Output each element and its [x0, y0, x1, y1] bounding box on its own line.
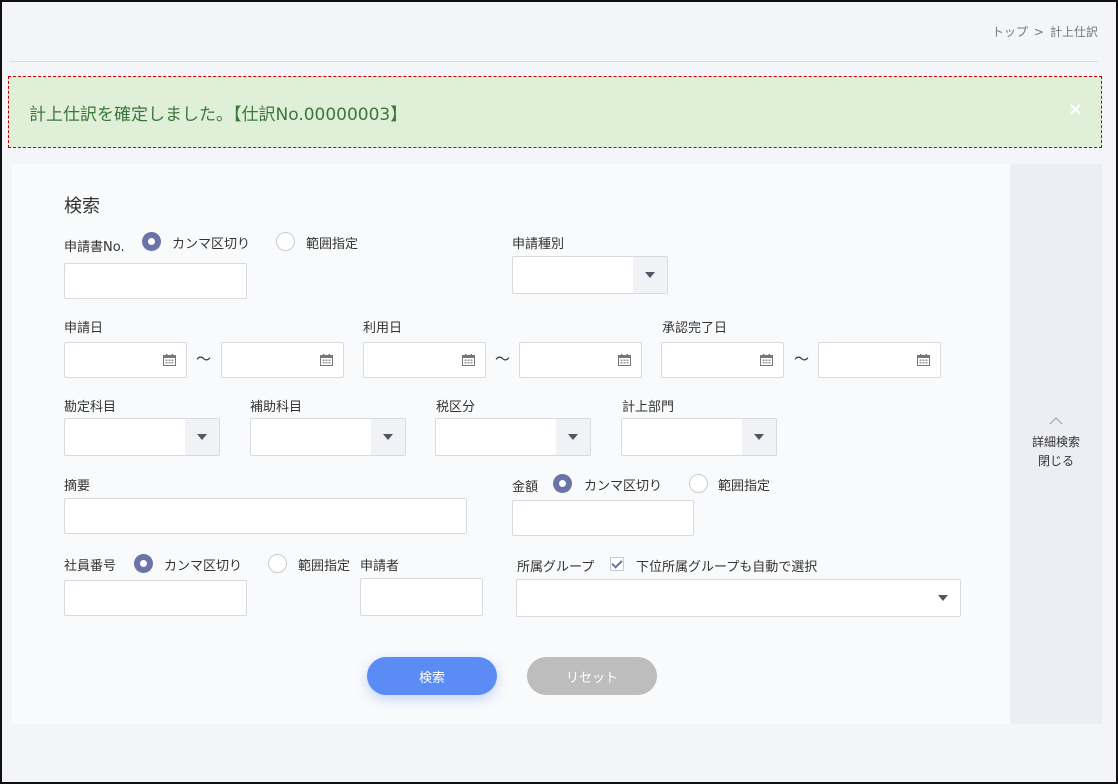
application-date-from-input[interactable]	[64, 342, 187, 378]
employee-no-label: 社員番号	[64, 559, 117, 574]
usage-date-from-input[interactable]	[363, 342, 486, 378]
chevron-down-icon	[754, 434, 764, 440]
range-separator: ～	[196, 350, 212, 368]
header-divider	[10, 61, 1098, 62]
application-type-select[interactable]	[512, 256, 668, 294]
approval-date-from-input[interactable]	[661, 342, 784, 378]
usage-date-to-input[interactable]	[519, 342, 642, 378]
search-title: 検索	[64, 196, 100, 217]
application-no-input[interactable]	[64, 263, 247, 299]
tax-category-label: 税区分	[436, 400, 476, 415]
calendar-icon[interactable]	[618, 354, 631, 366]
sub-account-label: 補助科目	[250, 400, 303, 415]
reset-button[interactable]: リセット	[527, 657, 657, 695]
account-select[interactable]	[64, 418, 220, 456]
application-date-to-input[interactable]	[221, 342, 344, 378]
breadcrumb-current: 計上仕訳	[1049, 25, 1098, 39]
chevron-down-icon	[383, 434, 393, 440]
detail-search-label: 詳細検索	[1031, 435, 1080, 449]
close-label: 閉じる	[1037, 454, 1074, 468]
application-no-label: 申請書No.	[64, 240, 125, 255]
chevron-down-icon	[938, 595, 948, 601]
application-no-comma-radio[interactable]	[142, 232, 161, 251]
amount-label: 金額	[512, 480, 539, 495]
chevron-down-icon	[568, 434, 578, 440]
detail-search-toggle[interactable]: 詳細検索 閉じる	[1010, 164, 1102, 724]
amount-range-radio[interactable]	[689, 474, 708, 493]
employee-no-range-label[interactable]: 範囲指定	[298, 555, 350, 574]
employee-no-comma-radio[interactable]	[134, 554, 153, 573]
employee-no-input[interactable]	[64, 580, 247, 616]
calendar-icon[interactable]	[462, 354, 475, 366]
applicant-label: 申請者	[360, 559, 400, 574]
breadcrumb: トップ > 計上仕訳	[992, 23, 1098, 40]
include-subgroups-checkbox[interactable]	[610, 557, 624, 571]
search-button[interactable]: 検索	[367, 657, 497, 695]
breadcrumb-home[interactable]: トップ	[992, 25, 1028, 39]
department-label: 計上部門	[622, 400, 675, 415]
approval-date-label: 承認完了日	[662, 321, 728, 336]
amount-range-label[interactable]: 範囲指定	[718, 475, 770, 494]
success-alert: 計上仕訳を確定しました。【仕訳No.00000003】 ×	[8, 76, 1102, 148]
tax-category-select[interactable]	[435, 418, 591, 456]
employee-no-range-radio[interactable]	[268, 554, 287, 573]
summary-input[interactable]	[64, 498, 467, 534]
include-subgroups-label[interactable]: 下位所属グループも自動で選択	[636, 556, 817, 575]
department-select[interactable]	[621, 418, 777, 456]
amount-comma-label[interactable]: カンマ区切り	[584, 475, 662, 494]
breadcrumb-separator: >	[1033, 25, 1044, 39]
amount-comma-radio[interactable]	[553, 474, 572, 493]
amount-input[interactable]	[512, 500, 694, 536]
range-separator: ～	[495, 350, 511, 368]
chevron-down-icon	[645, 272, 655, 278]
application-type-label: 申請種別	[512, 237, 565, 252]
approval-date-to-input[interactable]	[818, 342, 941, 378]
group-select[interactable]	[516, 579, 961, 617]
close-icon[interactable]: ×	[1068, 99, 1083, 120]
summary-label: 摘要	[64, 479, 91, 494]
search-panel: 検索 申請書No. カンマ区切り 範囲指定 申請種別 申請日 ～ 利用日 ～ 承…	[12, 164, 1010, 724]
sub-account-select[interactable]	[250, 418, 406, 456]
chevron-down-icon	[197, 434, 207, 440]
application-no-comma-label[interactable]: カンマ区切り	[172, 233, 250, 252]
application-date-label: 申請日	[64, 321, 104, 336]
calendar-icon[interactable]	[760, 354, 773, 366]
alert-message: 計上仕訳を確定しました。【仕訳No.00000003】	[29, 104, 408, 125]
employee-no-comma-label[interactable]: カンマ区切り	[164, 555, 242, 574]
group-label: 所属グループ	[517, 560, 595, 575]
calendar-icon[interactable]	[917, 354, 930, 366]
chevron-up-icon	[1049, 417, 1063, 425]
applicant-input[interactable]	[360, 578, 483, 616]
usage-date-label: 利用日	[363, 321, 403, 336]
account-label: 勘定科目	[64, 400, 117, 415]
calendar-icon[interactable]	[320, 354, 333, 366]
application-no-range-radio[interactable]	[276, 232, 295, 251]
application-no-range-label[interactable]: 範囲指定	[306, 233, 358, 252]
calendar-icon[interactable]	[163, 354, 176, 366]
range-separator: ～	[794, 350, 810, 368]
